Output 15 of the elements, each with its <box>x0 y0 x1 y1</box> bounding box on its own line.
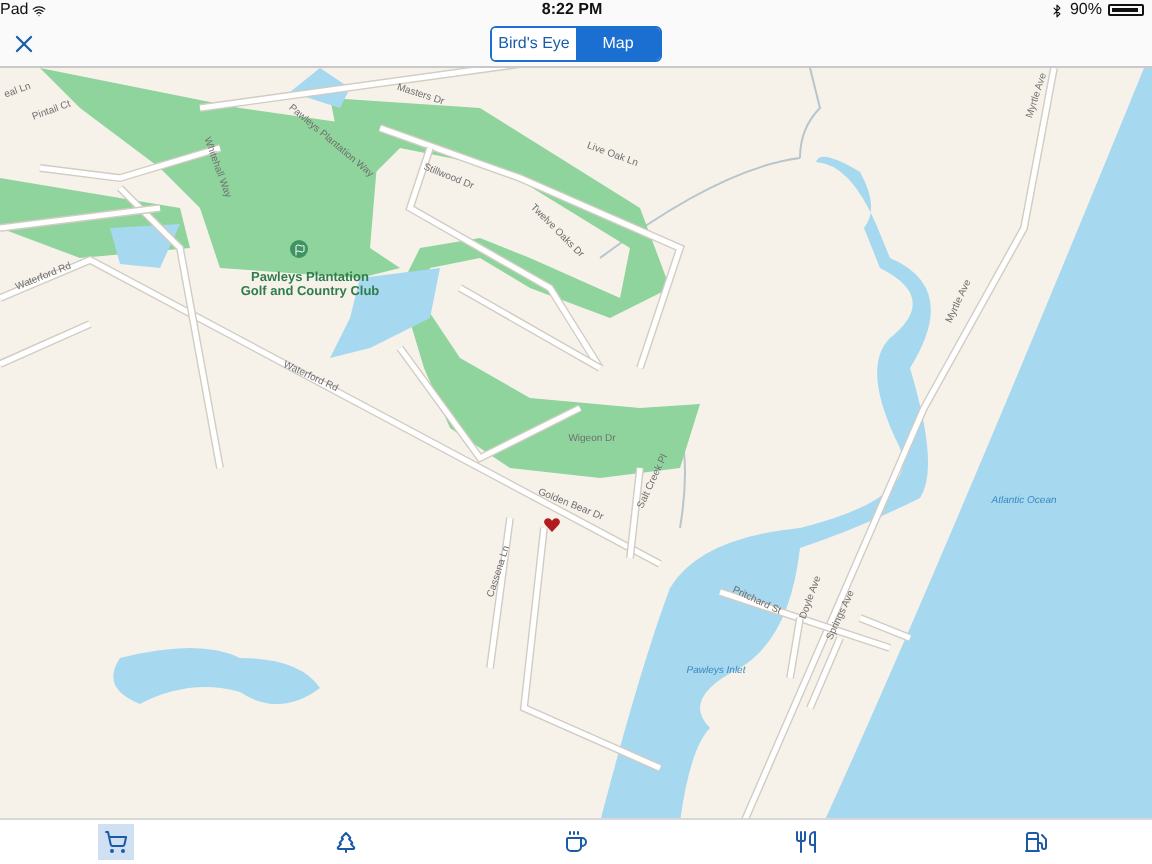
fork-knife-icon <box>794 830 819 854</box>
view-segment[interactable]: Map <box>576 27 660 59</box>
bluetooth-icon <box>1049 3 1064 17</box>
cart-icon <box>103 830 128 854</box>
battery-percent: 90% <box>1069 2 1102 18</box>
carrier-name: Pad <box>0 2 29 18</box>
wifi-icon <box>32 3 47 17</box>
cup-icon <box>563 830 588 854</box>
view-segment[interactable]: Bird's Eye <box>492 27 576 59</box>
battery-icon <box>1108 4 1144 16</box>
heart-marker-icon[interactable] <box>544 518 560 532</box>
tree-icon <box>333 830 358 854</box>
fuel-pump-icon <box>1024 830 1049 854</box>
shopping-tab[interactable] <box>97 824 134 860</box>
status-time: 8:22 PM <box>541 2 603 18</box>
